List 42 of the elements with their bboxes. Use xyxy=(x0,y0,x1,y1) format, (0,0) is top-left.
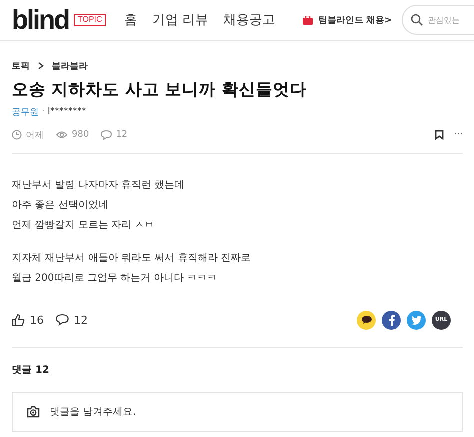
comments-heading: 댓글 12 xyxy=(12,364,50,378)
twitter-share-button[interactable] xyxy=(407,310,426,330)
breadcrumb-link[interactable]: 블라블라 xyxy=(52,60,88,72)
post-time: 어제 xyxy=(26,130,44,142)
speech-bubble-icon xyxy=(56,314,69,326)
nav-link[interactable]: 채용공고 xyxy=(223,11,276,29)
like-button[interactable]: 16 xyxy=(12,314,44,326)
nav-link[interactable]: 기업 리뷰 xyxy=(152,11,208,29)
breadcrumb-link[interactable]: 토픽 xyxy=(12,60,30,72)
thumbs-up-icon xyxy=(12,314,25,326)
comment-field[interactable]: 댓글을 남겨주세요. xyxy=(12,392,463,432)
nav-link[interactable]: 홈 xyxy=(124,11,138,29)
view-count: 980 xyxy=(72,130,90,140)
camera-icon xyxy=(27,406,40,418)
chevron-icon xyxy=(38,62,44,70)
post-text: 월급 200따리로 그업무 하는거 아니다 ㅋㅋㅋ xyxy=(12,272,218,286)
speech-bubble-icon xyxy=(101,130,112,140)
author-name: l******** xyxy=(48,107,86,117)
bookmark-icon xyxy=(435,130,444,140)
post-text: 아주 좋은 선택이었네 xyxy=(12,199,110,213)
eye-icon xyxy=(56,131,68,139)
facebook-share-button[interactable] xyxy=(382,310,401,330)
speech-bubble-icon xyxy=(362,316,372,324)
comment-button[interactable]: 12 xyxy=(56,314,88,326)
post-text: 언제 깜빵갈지 모르는 자리 ㅅㅂ xyxy=(12,219,156,233)
bird-icon xyxy=(411,316,422,324)
post-text: 재난부서 발령 나자마자 휴직런 했는데 xyxy=(12,179,186,193)
kakao-share-button[interactable] xyxy=(357,310,376,330)
post-title: 오송 지하차도 사고 보니까 확신들엇다 xyxy=(12,79,308,101)
logo[interactable]: blind xyxy=(12,6,69,34)
logo-tag: TOPIC xyxy=(74,14,106,26)
post-text: 지자체 재난부서 애들아 뭐라도 써서 휴직해라 진짜로 xyxy=(12,252,252,266)
clock-icon xyxy=(12,130,22,140)
bookmark-button[interactable] xyxy=(435,130,444,140)
promo-link[interactable]: 팀블라인드 채용> xyxy=(303,14,392,26)
company-link[interactable]: 공무원 xyxy=(12,106,39,118)
more-button[interactable]: ··· xyxy=(454,130,463,140)
separator: · xyxy=(42,107,45,117)
briefcase-icon xyxy=(303,16,314,24)
facebook-icon xyxy=(388,314,394,326)
comment-count: 12 xyxy=(116,130,128,140)
search-icon xyxy=(411,14,424,26)
